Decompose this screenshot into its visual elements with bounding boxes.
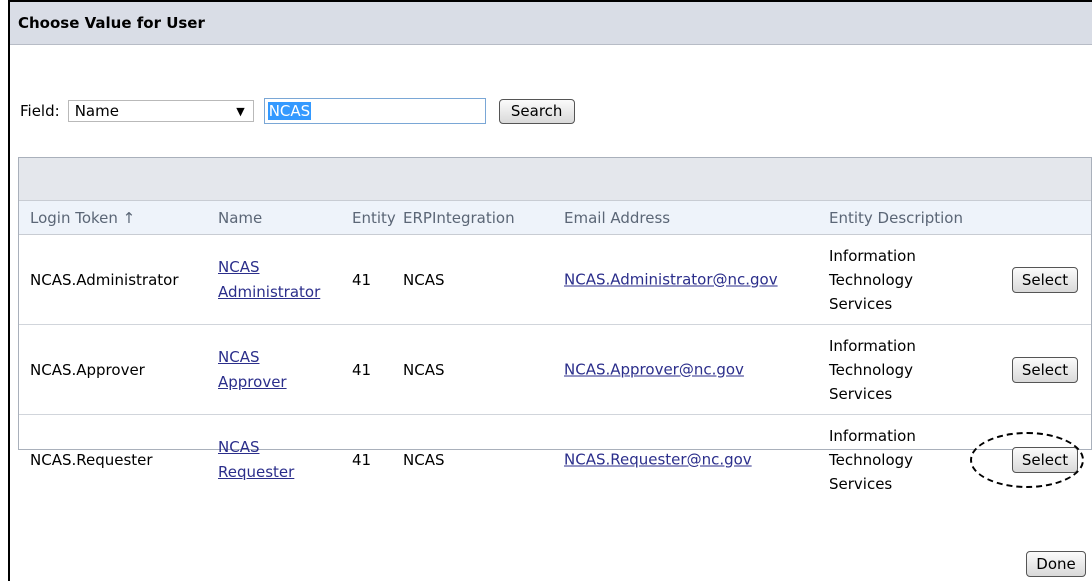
select-cell: Select (1012, 356, 1078, 383)
select-cell: Select (1012, 266, 1078, 293)
name-link-line2[interactable]: Approver (218, 370, 287, 395)
entity-description-line3: Services (829, 384, 893, 403)
grid-toolbar (19, 158, 1091, 201)
table-row: NCAS.Requester NCAS Requester 41 NCAS NC… (19, 415, 1091, 504)
entity-description-line2: Technology (829, 360, 914, 379)
cell-entity-description: Information Technology Services (829, 424, 916, 496)
search-button[interactable]: Search (498, 98, 575, 124)
column-header-name[interactable]: Name (218, 209, 262, 227)
entity-description-line3: Services (829, 294, 893, 313)
column-header-erp-integration[interactable]: ERPIntegration (403, 209, 515, 227)
cell-email-link[interactable]: NCAS.Administrator@nc.gov (564, 267, 778, 292)
field-select[interactable]: Name ▼ (67, 100, 254, 122)
cell-email-link[interactable]: NCAS.Requester@nc.gov (564, 447, 752, 472)
cell-entity: 41 (352, 360, 372, 379)
cell-erp-integration: NCAS (403, 360, 445, 379)
table-row: NCAS.Administrator NCAS Administrator 41… (19, 235, 1091, 325)
table-row: NCAS.Approver NCAS Approver 41 NCAS NCAS… (19, 325, 1091, 415)
name-link-line1[interactable]: NCAS (218, 255, 320, 280)
cell-entity: 41 (352, 450, 372, 469)
dialog-title-bar: Choose Value for User (10, 2, 1092, 45)
cell-entity: 41 (352, 270, 372, 289)
dialog-title: Choose Value for User (18, 14, 205, 32)
cell-name-link[interactable]: NCAS Requester (218, 435, 294, 485)
column-header-entity[interactable]: Entity (352, 209, 396, 227)
entity-description-line1: Information (829, 246, 916, 265)
cell-erp-integration: NCAS (403, 450, 445, 469)
name-link-line1[interactable]: NCAS (218, 435, 294, 460)
cell-login-token: NCAS.Administrator (30, 270, 179, 289)
cell-entity-description: Information Technology Services (829, 334, 916, 406)
name-link-line2[interactable]: Administrator (218, 280, 320, 305)
select-button[interactable]: Select (1012, 356, 1078, 383)
chevron-down-icon: ▼ (236, 104, 245, 118)
name-link-line1[interactable]: NCAS (218, 345, 287, 370)
search-row: Field: Name ▼ NCAS Search (20, 98, 575, 124)
column-header-email-address[interactable]: Email Address (564, 209, 670, 227)
select-button[interactable]: Select (1012, 446, 1078, 473)
cell-name-link[interactable]: NCAS Approver (218, 345, 287, 395)
cell-erp-integration: NCAS (403, 270, 445, 289)
column-header-login-token[interactable]: Login Token ↑ (30, 209, 135, 227)
field-label: Field: (20, 102, 60, 120)
entity-description-line2: Technology (829, 450, 914, 469)
cell-login-token: NCAS.Requester (30, 450, 153, 469)
entity-description-line3: Services (829, 474, 893, 493)
entity-description-line1: Information (829, 336, 916, 355)
cell-email-link[interactable]: NCAS.Approver@nc.gov (564, 357, 744, 382)
search-input[interactable]: NCAS (263, 98, 486, 124)
search-input-value: NCAS (267, 102, 312, 120)
cell-entity-description: Information Technology Services (829, 244, 916, 316)
cell-login-token: NCAS.Approver (30, 360, 145, 379)
cell-name-link[interactable]: NCAS Administrator (218, 255, 320, 305)
field-select-value: Name (74, 102, 119, 120)
column-header-entity-description[interactable]: Entity Description (829, 209, 963, 227)
results-grid: Login Token ↑ Name Entity ERPIntegration… (18, 157, 1092, 493)
select-cell: Select (970, 431, 1084, 488)
choose-value-dialog: Choose Value for User Field: Name ▼ NCAS… (8, 0, 1092, 581)
entity-description-line1: Information (829, 426, 916, 445)
grid-header: Login Token ↑ Name Entity ERPIntegration… (19, 201, 1091, 235)
name-link-line2[interactable]: Requester (218, 460, 294, 485)
entity-description-line2: Technology (829, 270, 914, 289)
select-button[interactable]: Select (1012, 266, 1078, 293)
done-button[interactable]: Done (1026, 551, 1086, 577)
